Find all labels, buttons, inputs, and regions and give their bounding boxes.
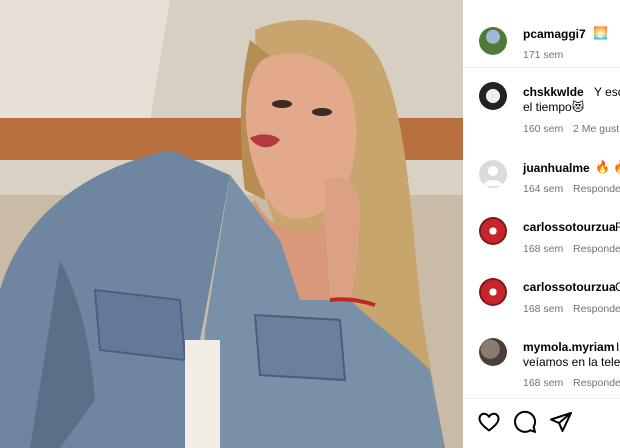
- comment-text: C: [615, 280, 620, 294]
- comment-button[interactable]: [513, 410, 537, 434]
- reply-button[interactable]: Responde: [573, 377, 620, 389]
- comment-likes[interactable]: 2 Me gust: [573, 123, 619, 135]
- post-photo-illustration: [0, 0, 463, 448]
- post-header: pcamaggi7 🌅 171 sem: [463, 0, 620, 68]
- commenter-avatar[interactable]: [479, 160, 507, 188]
- post-photo[interactable]: [0, 0, 463, 448]
- comment-time[interactable]: 168 sem: [523, 303, 563, 315]
- author-avatar[interactable]: [479, 27, 507, 55]
- comment-text: I: [616, 340, 620, 354]
- comments-panel: pcamaggi7 🌅 171 sem chskkwlde Y esos el …: [463, 0, 620, 448]
- comment-username[interactable]: carlossotourzua: [523, 220, 616, 234]
- reply-button[interactable]: Responde: [573, 243, 620, 255]
- comment-username[interactable]: chskkwlde: [523, 85, 584, 99]
- commenter-avatar[interactable]: [479, 217, 507, 245]
- comment-text: 🔥 🔥: [595, 160, 620, 174]
- author-username[interactable]: pcamaggi7: [523, 27, 586, 41]
- caption-emoji: 🌅: [593, 26, 608, 40]
- post-time[interactable]: 171 sem: [523, 49, 563, 61]
- post-actions-bar: [463, 398, 620, 448]
- like-button[interactable]: [477, 410, 501, 434]
- comment-username[interactable]: juanhualme: [523, 161, 590, 175]
- comment-time[interactable]: 160 sem: [523, 123, 563, 135]
- reply-button[interactable]: Responde: [573, 183, 620, 195]
- comment-icon: [514, 410, 537, 433]
- comment-username[interactable]: carlossotourzua: [523, 280, 616, 294]
- reply-button[interactable]: Responde: [573, 303, 620, 315]
- default-user-icon: [483, 166, 503, 186]
- comment-text: Y esos: [594, 85, 620, 99]
- commenter-avatar[interactable]: [479, 278, 507, 306]
- share-button[interactable]: [549, 410, 573, 434]
- comment-username[interactable]: mymola.myriam: [523, 340, 614, 354]
- share-icon: [550, 412, 572, 432]
- comment-time[interactable]: 164 sem: [523, 183, 563, 195]
- comment-time[interactable]: 168 sem: [523, 377, 563, 389]
- comment-text: F: [615, 220, 620, 234]
- comment-text-continued: el tiempo😻: [523, 100, 585, 114]
- heart-icon: [478, 412, 500, 432]
- comment-time[interactable]: 168 sem: [523, 243, 563, 255]
- commenter-avatar[interactable]: [479, 82, 507, 110]
- comment-text-continued: veíamos en la tele: [523, 355, 620, 369]
- commenter-avatar[interactable]: [479, 338, 507, 366]
